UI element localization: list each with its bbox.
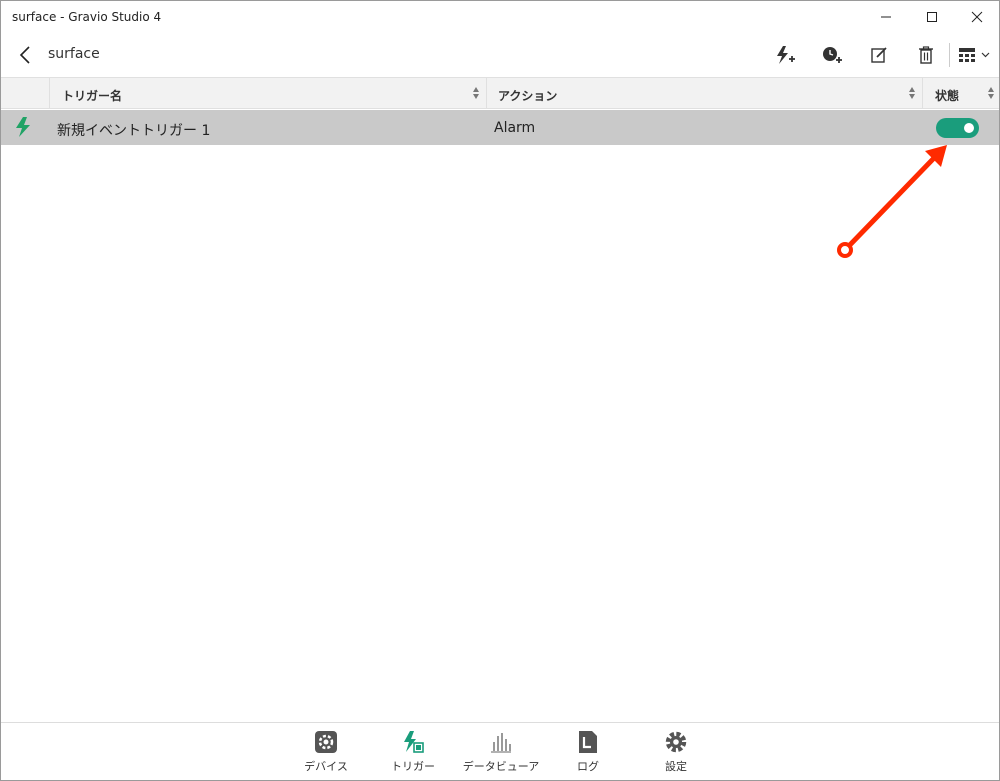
table-header: トリガー名 アクション 状態 bbox=[1, 77, 999, 109]
annotation-arrow bbox=[837, 145, 947, 258]
minimize-button[interactable] bbox=[863, 1, 909, 33]
sort-icon[interactable] bbox=[987, 86, 995, 100]
trigger-action-cell: Alarm bbox=[494, 120, 536, 136]
log-icon bbox=[579, 731, 597, 753]
minimize-icon bbox=[881, 16, 891, 18]
column-divider bbox=[49, 78, 50, 109]
window-title: surface - Gravio Studio 4 bbox=[12, 10, 162, 24]
toggle-knob bbox=[964, 123, 974, 133]
add-bolt-icon bbox=[777, 46, 795, 64]
trigger-icon bbox=[404, 731, 424, 753]
nav-item-log[interactable]: ログ bbox=[548, 729, 628, 777]
chevron-left-icon bbox=[19, 46, 30, 64]
app-window: surface - Gravio Studio 4 surface トリガー名 … bbox=[0, 0, 1000, 781]
sort-icon[interactable] bbox=[908, 86, 916, 100]
title-bar: surface - Gravio Studio 4 bbox=[1, 1, 999, 33]
add-trigger-button[interactable] bbox=[770, 41, 800, 69]
nav-item-devices[interactable]: デバイス bbox=[286, 729, 366, 777]
nav-item-settings[interactable]: 設定 bbox=[636, 729, 716, 777]
add-clock-icon bbox=[823, 47, 842, 63]
close-icon bbox=[971, 11, 983, 23]
nav-label-settings: 設定 bbox=[665, 760, 687, 773]
maximize-button[interactable] bbox=[909, 1, 955, 33]
page-title: surface bbox=[48, 46, 100, 62]
gear-box-icon bbox=[315, 731, 337, 753]
edit-icon bbox=[871, 47, 887, 63]
maximize-icon bbox=[927, 12, 937, 22]
column-view-button[interactable] bbox=[955, 41, 993, 69]
nav-item-data-viewer[interactable]: データビューア bbox=[461, 729, 541, 777]
nav-label-triggers: トリガー bbox=[391, 760, 435, 773]
nav-item-triggers[interactable]: トリガー bbox=[373, 729, 453, 777]
nav-label-data-viewer: データビューア bbox=[462, 760, 540, 773]
trigger-bolt-icon bbox=[16, 117, 30, 137]
delete-button[interactable] bbox=[911, 41, 941, 69]
column-divider bbox=[922, 78, 923, 109]
column-header-trigger-name[interactable]: トリガー名 bbox=[62, 78, 122, 109]
page-header: surface bbox=[1, 33, 999, 77]
chevron-down-icon bbox=[981, 52, 990, 58]
trigger-enabled-toggle[interactable] bbox=[936, 118, 979, 138]
close-button[interactable] bbox=[954, 1, 1000, 33]
trash-icon bbox=[919, 46, 933, 64]
back-button[interactable] bbox=[11, 41, 39, 69]
column-header-action[interactable]: アクション bbox=[498, 78, 557, 109]
column-header-status[interactable]: 状態 bbox=[935, 78, 959, 109]
nav-label-log: ログ bbox=[577, 760, 599, 773]
sort-icon[interactable] bbox=[472, 86, 480, 100]
add-timer-trigger-button[interactable] bbox=[817, 41, 847, 69]
table-view-icon bbox=[959, 48, 975, 62]
bar-chart-icon bbox=[491, 733, 511, 753]
edit-button[interactable] bbox=[864, 41, 894, 69]
column-divider bbox=[486, 78, 487, 109]
bottom-navigation: デバイス トリガー データビューア ログ 設定 bbox=[1, 722, 999, 780]
settings-icon bbox=[665, 731, 687, 753]
trigger-name-cell: 新規イベントトリガー 1 bbox=[57, 123, 211, 139]
toolbar-separator bbox=[949, 43, 950, 67]
nav-label-devices: デバイス bbox=[304, 760, 348, 773]
